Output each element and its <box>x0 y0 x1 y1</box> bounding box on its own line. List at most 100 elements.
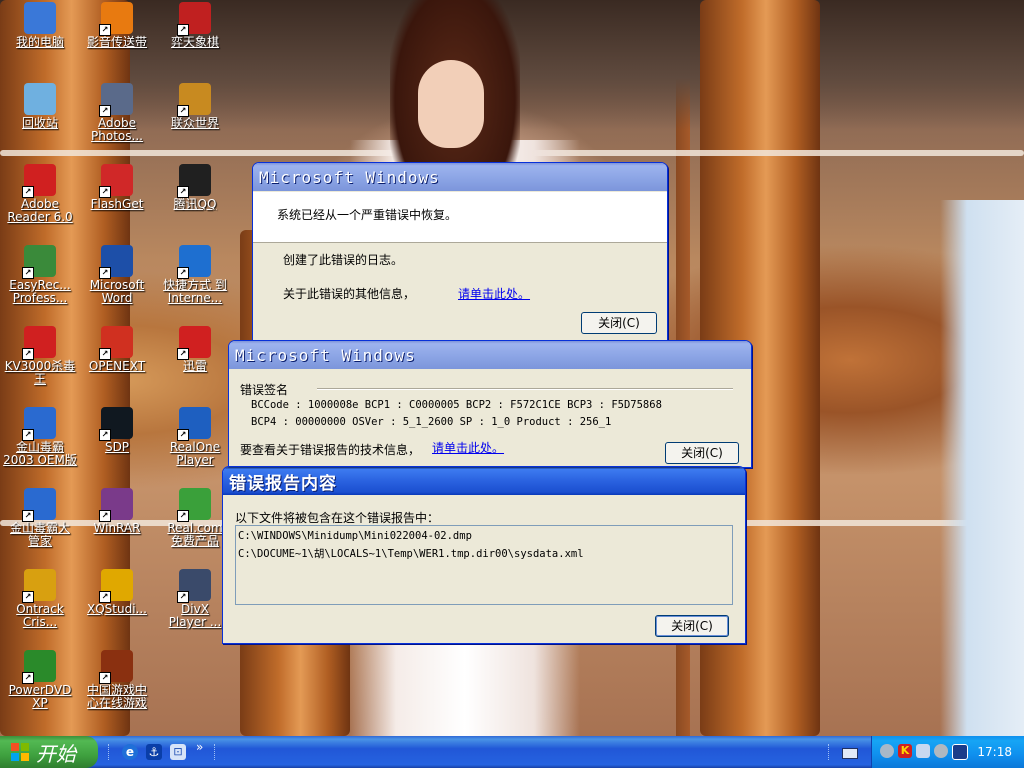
shortcut-arrow-icon: ↗ <box>99 591 111 603</box>
error-signature-dialog: Microsoft Windows 错误签名 BCCode : 1000008e… <box>228 340 752 468</box>
desktop-icon-game-center[interactable]: ↗ 中国游戏中 心在线游戏 <box>77 650 157 710</box>
desktop-icon-powerdvd[interactable]: ↗ PowerDVD XP <box>0 650 80 710</box>
anchor-icon[interactable]: ⚓ <box>146 744 162 760</box>
ontrack-icon: ↗ <box>22 569 56 603</box>
easyrecovery-icon: ↗ <box>22 245 56 279</box>
shortcut-arrow-icon: ↗ <box>177 186 189 198</box>
signature-row-1: BCCode : 1000008e BCP1 : C0000005 BCP2 :… <box>251 399 662 411</box>
desktop-icon-label: 中国游戏中 心在线游戏 <box>86 683 147 710</box>
desktop-icon-ontrack[interactable]: ↗ Ontrack Cris... <box>0 569 80 629</box>
xqstudio-icon: ↗ <box>99 569 133 603</box>
desktop-icon-realone[interactable]: ↗ RealOne Player <box>155 407 235 467</box>
shortcut-arrow-icon: ↗ <box>22 267 34 279</box>
game-center-icon: ↗ <box>99 650 133 684</box>
desktop-icon-ourgame[interactable]: ↗ 联众世界 <box>155 83 235 130</box>
kingsoft-manager-icon: ↗ <box>22 488 56 522</box>
desktop-icon-label: 弈天象棋 <box>170 35 219 49</box>
shortcut-arrow-icon: ↗ <box>99 267 111 279</box>
file-list[interactable]: C:\WINDOWS\Minidump\Mini022004-02.dmp C:… <box>235 525 733 605</box>
desktop-icon-sdp[interactable]: ↗ SDP <box>77 407 157 454</box>
kv-icon[interactable]: K <box>898 744 912 758</box>
desktop-icon-recycle-bin[interactable]: 回收站 <box>0 83 80 130</box>
error-report-titlebar[interactable]: 错误报告内容 <box>223 467 745 495</box>
ie-icon[interactable]: e <box>122 744 138 760</box>
desktop-icon-label: PowerDVD XP <box>8 683 72 710</box>
close-button[interactable]: 关闭(C) <box>581 312 657 334</box>
desktop-icon-word[interactable]: ↗ Microsoft Word <box>77 245 157 305</box>
shortcut-arrow-icon: ↗ <box>99 510 111 522</box>
shortcut-arrow-icon: ↗ <box>177 24 189 36</box>
recovery-dialog-header: 系统已经从一个严重错误中恢复。 <box>253 192 667 243</box>
monitor-icon[interactable] <box>916 744 930 758</box>
desktop-icon-internet-explorer[interactable]: ↗ 快捷方式 到 Interne... <box>155 245 235 305</box>
desktop-icon-photoshop[interactable]: ↗ Adobe Photos... <box>77 83 157 143</box>
desktop-icon-chess[interactable]: ↗ 弈天象棋 <box>155 2 235 49</box>
gift-icon: ↗ <box>177 488 211 522</box>
desktop-icon-kv3000[interactable]: ↗ KV3000杀毒 王 <box>0 326 80 386</box>
recovery-message: 系统已经从一个严重错误中恢复。 <box>277 208 458 222</box>
sdp-icon: ↗ <box>99 407 133 441</box>
grip <box>214 744 218 760</box>
desktop-icon-label: 快捷方式 到 Interne... <box>163 278 227 305</box>
more-info-link[interactable]: 请单击此处。 <box>458 285 530 302</box>
desktop-icon-label: 金山毒霸 2003 OEM版 <box>3 440 77 467</box>
shield-icon[interactable] <box>952 744 968 760</box>
divider <box>317 388 733 390</box>
shortcut-arrow-icon: ↗ <box>177 267 189 279</box>
desktop-icon-label: Adobe Photos... <box>91 116 143 143</box>
error-signature-titlebar[interactable]: Microsoft Windows <box>229 341 751 369</box>
desktop-icon-joystick[interactable]: ↗ 迅雷 <box>155 326 235 373</box>
speaker-icon[interactable] <box>934 744 948 758</box>
close-button[interactable]: 关闭(C) <box>665 442 739 464</box>
desktop-icon-qq[interactable]: ↗ 腾讯QQ <box>155 164 235 211</box>
recycle-bin-icon <box>24 83 56 115</box>
desktop-icon-xqstudio[interactable]: ↗ XQStudi... <box>77 569 157 616</box>
tech-info-link[interactable]: 请单击此处。 <box>432 439 504 456</box>
qq-icon: ↗ <box>177 164 211 198</box>
desktop-icon-my-computer[interactable]: 我的电脑 <box>0 2 80 49</box>
recovery-dialog: Microsoft Windows 系统已经从一个严重错误中恢复。 创建了此错误… <box>252 162 668 342</box>
chevron-icon[interactable]: » <box>196 740 203 754</box>
winrar-icon: ↗ <box>99 488 133 522</box>
desktop-icon-winrar[interactable]: ↗ WinRAR <box>77 488 157 535</box>
error-report-contents-dialog: 错误报告内容 以下文件将被包含在这个错误报告中： C:\WINDOWS\Mini… <box>222 466 746 644</box>
kingsoft-antivirus-icon: ↗ <box>22 407 56 441</box>
windows-logo-icon <box>10 742 30 762</box>
desktop-icon-easyrecovery[interactable]: ↗ EasyRec... Profess... <box>0 245 80 305</box>
powerdvd-icon: ↗ <box>22 650 56 684</box>
kv3000-icon: ↗ <box>22 326 56 360</box>
desktop-icon-acrobat[interactable]: ↗ Adobe Reader 6.0 <box>0 164 80 224</box>
acrobat-icon: ↗ <box>22 164 56 198</box>
desktop-icon-netants[interactable]: ↗ 影音传送带 <box>77 2 157 49</box>
shortcut-arrow-icon: ↗ <box>99 672 111 684</box>
report-intro-text: 以下文件将被包含在这个错误报告中： <box>235 511 440 525</box>
desktop-icon[interactable]: ⊡ <box>170 744 186 760</box>
shortcut-arrow-icon: ↗ <box>22 672 34 684</box>
desktop-icon-label: 金山毒霸大 管家 <box>9 521 70 548</box>
clock[interactable]: 17:18 <box>977 745 1012 759</box>
my-computer-icon <box>24 2 56 34</box>
error-report-title: 错误报告内容 <box>229 473 337 494</box>
grip <box>828 744 832 760</box>
shortcut-arrow-icon: ↗ <box>22 510 34 522</box>
network-icon[interactable] <box>880 744 894 758</box>
log-created-text: 创建了此错误的日志。 <box>283 253 404 267</box>
desktop-icon-label: XQStudi... <box>87 602 147 616</box>
taskbar: 开始 e ⚓ ⊡ » K 17:18 <box>0 736 1024 768</box>
tech-info-text: 要查看关于错误报告的技术信息， <box>240 443 421 457</box>
recovery-dialog-titlebar[interactable]: Microsoft Windows <box>253 163 667 191</box>
shortcut-arrow-icon: ↗ <box>177 429 189 441</box>
start-button[interactable]: 开始 <box>0 736 98 768</box>
shortcut-arrow-icon: ↗ <box>177 348 189 360</box>
desktop-icon-kingsoft-manager[interactable]: ↗ 金山毒霸大 管家 <box>0 488 80 548</box>
signature-row-2: BCP4 : 00000000 OSVer : 5_1_2600 SP : 1_… <box>251 416 612 428</box>
more-info-text: 关于此错误的其他信息， <box>283 287 416 301</box>
desktop-icon-kingsoft-antivirus[interactable]: ↗ 金山毒霸 2003 OEM版 <box>0 407 80 467</box>
keyboard-icon[interactable] <box>842 748 858 759</box>
desktop-icon-flashget[interactable]: ↗ FlashGet <box>77 164 157 211</box>
divx-icon: ↗ <box>177 569 211 603</box>
desktop-icon-octopus[interactable]: ↗ OPENEXT <box>77 326 157 373</box>
desktop-icon-label: EasyRec... Profess... <box>9 278 71 305</box>
photoshop-icon: ↗ <box>99 83 133 117</box>
close-button[interactable]: 关闭(C) <box>655 615 729 637</box>
